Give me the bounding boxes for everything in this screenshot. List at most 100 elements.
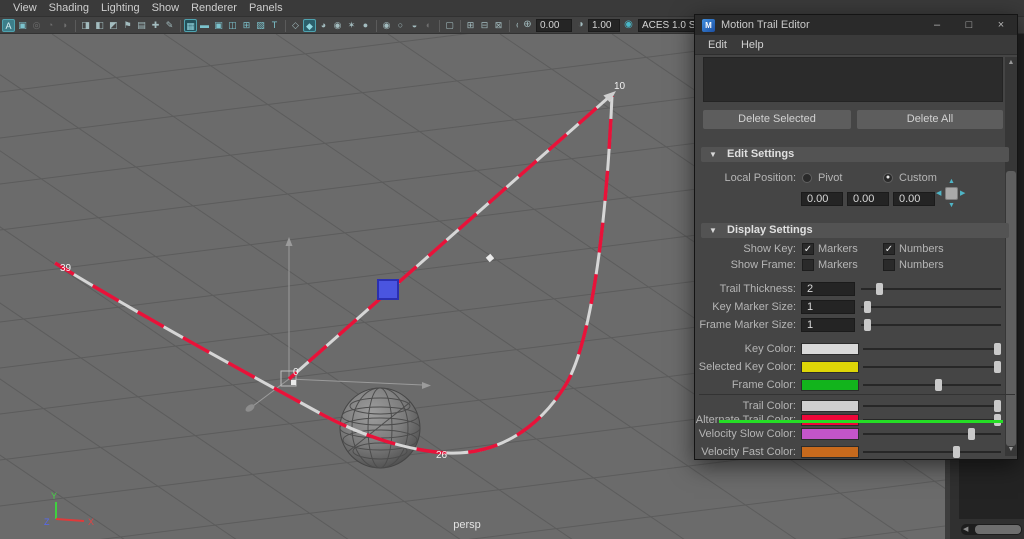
select-camera-icon[interactable]: ◨ [79,19,92,32]
numbers-label[interactable]: Numbers [899,258,944,272]
trail-key-number-10[interactable]: 10 [614,81,626,92]
key-color-swatch[interactable] [801,343,859,355]
menu-show[interactable]: Show [147,2,185,14]
wireframe-mode-icon[interactable]: ◇ [289,19,302,32]
resolution-gate-icon[interactable]: ▣ [212,19,225,32]
custom-label[interactable]: Custom [899,171,937,185]
numbers-label[interactable]: Numbers [899,242,944,256]
trail-thickness-field[interactable]: 2 [801,282,855,296]
menu-renderer[interactable]: Renderer [186,2,242,14]
lasso-tool-icon[interactable]: ◎ [30,19,43,32]
frame-color-swatch[interactable] [801,379,859,391]
pivot-label[interactable]: Pivot [818,171,842,185]
delete-selected-button[interactable]: Delete Selected [703,110,851,129]
2d-pan-zoom-icon[interactable]: ✚ [149,19,162,32]
shadows-icon[interactable]: ● [359,19,372,32]
show-key-numbers-checkbox[interactable]: ✓ [883,243,895,255]
grid-icon[interactable]: ▦ [184,19,197,32]
bookmark-icon[interactable]: ⚑ [121,19,134,32]
soft-select-icon[interactable]: ◑ [58,19,71,32]
show-frame-markers-checkbox[interactable] [802,259,814,271]
display-settings-header[interactable]: ▼ Display Settings [701,223,1009,238]
shaded-mode-icon[interactable]: ◆ [303,19,316,32]
view-transform-icon[interactable]: ◉ [622,18,635,31]
trail-list-box[interactable] [703,57,1003,102]
safe-action-icon[interactable]: ▧ [254,19,267,32]
markers-label[interactable]: Markers [818,258,858,272]
exposure-field[interactable]: 0.00 [536,19,572,32]
trail-key-marker[interactable] [291,380,296,385]
close-button[interactable]: × [985,15,1017,35]
field-chart-icon[interactable]: ⊞ [240,19,253,32]
exposure-icon[interactable]: ⊕ [513,19,518,32]
velocity-fast-color-slider[interactable] [863,445,1001,459]
key-marker-size-field[interactable]: 1 [801,300,855,314]
safe-title-icon[interactable]: T [268,19,281,32]
show-key-markers-checkbox[interactable]: ✓ [802,243,814,255]
delete-all-button[interactable]: Delete All [857,110,1003,129]
menu-lighting[interactable]: Lighting [96,2,145,14]
key-marker-size-slider[interactable] [861,300,1001,314]
velocity-fast-color-swatch[interactable] [801,446,859,458]
pivot-radio[interactable] [802,173,812,183]
trail-thickness-slider[interactable] [861,282,1001,296]
key-color-slider[interactable] [863,342,1001,356]
gate-mask-icon[interactable]: ◫ [226,19,239,32]
frame-marker-size-slider[interactable] [861,318,1001,332]
duplicate-view-icon[interactable]: ⊞ [464,19,477,32]
menu-shading[interactable]: Shading [44,2,94,14]
gamma-field[interactable]: 1.00 [588,19,620,32]
trail-color-swatch[interactable] [801,400,859,412]
use-default-material-icon[interactable]: ◉ [331,19,344,32]
markers-label[interactable]: Markers [818,242,858,256]
exposure-icon[interactable]: ⊕ [521,18,534,31]
nudge-down-icon[interactable]: ▼ [948,202,955,209]
show-frame-numbers-checkbox[interactable] [883,259,895,271]
grease-pencil-icon[interactable]: ✎ [163,19,176,32]
trail-color-slider[interactable] [863,399,1001,413]
collapse-triangle-icon[interactable]: ▼ [709,223,717,238]
menu-edit[interactable]: Edit [701,39,734,51]
custom-pivot-handle[interactable] [378,280,398,299]
isolate-selected-icon[interactable]: ▢ [443,19,456,32]
collapse-triangle-icon[interactable]: ▼ [709,147,717,162]
tear-off-copy-icon[interactable]: ⊟ [478,19,491,32]
custom-radio[interactable]: ● [883,173,893,183]
view-transform-field[interactable]: ACES 1.0 SDR-vid [638,19,698,32]
selected-key-color-swatch[interactable] [801,361,859,373]
anti-alias-icon[interactable]: ◒ [408,19,421,32]
scrollbar-thumb[interactable] [975,525,1021,534]
position-nudge-widget[interactable]: ▲ ▼ ◀ ▶ [935,177,967,209]
menu-help[interactable]: Help [734,39,771,51]
velocity-slow-color-swatch[interactable] [801,428,859,440]
nudge-center-handle[interactable] [945,187,958,200]
selected-key-color-slider[interactable] [863,360,1001,374]
edit-settings-header[interactable]: ▼ Edit Settings [701,147,1009,162]
trail-key-number-0[interactable]: 0 [293,367,299,378]
depth-of-field-icon[interactable]: ◐ [422,19,435,32]
snapshot-icon[interactable]: ⊠ [492,19,505,32]
position-y-field[interactable]: 0.00 [847,192,889,206]
lighting-icon[interactable]: ✶ [345,19,358,32]
paint-select-icon[interactable]: ◔ [44,19,57,32]
scroll-up-icon[interactable]: ▲ [1005,58,1017,68]
dock-horizontal-scrollbar[interactable]: ◀ [961,524,1022,535]
trail-key-number-39[interactable]: 39 [60,263,72,274]
nudge-left-icon[interactable]: ◀ [936,190,941,197]
textured-mode-icon[interactable]: ◕ [317,19,330,32]
maximize-button[interactable]: □ [953,15,985,35]
menu-panels[interactable]: Panels [244,2,288,14]
window-titlebar[interactable]: M Motion Trail Editor – □ × [695,15,1017,35]
menu-view[interactable]: View [8,2,42,14]
camera-attributes-icon[interactable]: ◩ [107,19,120,32]
isolate-select-icon[interactable]: A [2,19,15,32]
lock-camera-icon[interactable]: ◧ [93,19,106,32]
velocity-slow-color-slider[interactable] [863,427,1001,441]
trail-key-number-26[interactable]: 26 [436,450,448,461]
nudge-right-icon[interactable]: ▶ [960,190,965,197]
ambient-occlusion-icon[interactable]: ◉ [380,19,393,32]
scroll-left-icon[interactable]: ◀ [963,524,968,535]
motion-blur-icon[interactable]: ○ [394,19,407,32]
frame-marker-size-field[interactable]: 1 [801,318,855,332]
gamma-icon[interactable]: ◑ [574,18,587,31]
